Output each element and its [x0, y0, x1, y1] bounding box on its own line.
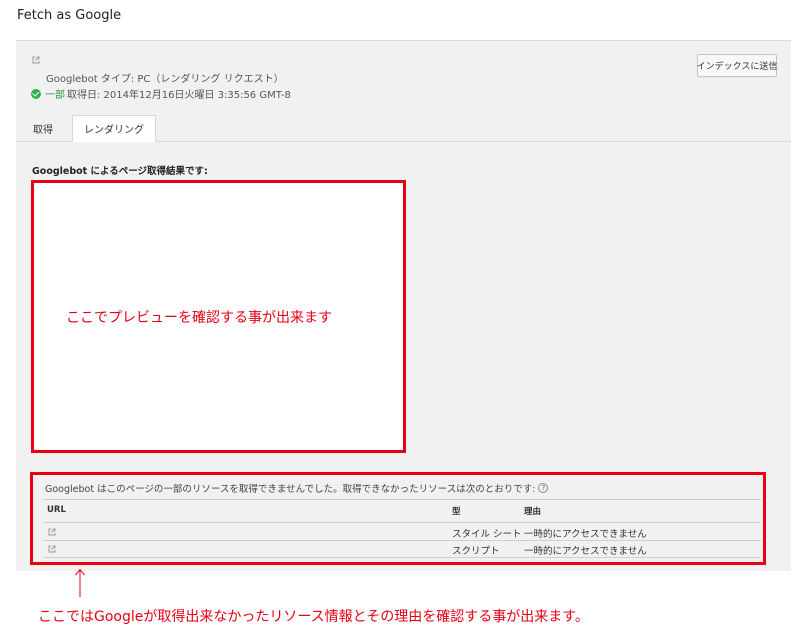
row-reason: 一時的にアクセスできません — [524, 546, 647, 557]
table-divider — [43, 499, 761, 500]
table-divider — [43, 522, 761, 523]
table-row-divider — [43, 557, 761, 558]
row-reason: 一時的にアクセスできません — [524, 529, 647, 540]
check-circle-icon — [31, 88, 41, 99]
help-icon[interactable]: ? — [538, 483, 549, 493]
blocked-resources-message: Googlebot はこのページの一部のリソースを取得できませんでした。取得でき… — [45, 481, 549, 495]
tab-rendering[interactable]: レンダリング — [72, 115, 156, 142]
external-link-icon[interactable] — [48, 545, 56, 553]
fetch-status: 一部 取得日: 2014年12月16日火曜日 3:35:56 GMT-8 — [31, 86, 291, 101]
googlebot-type: Googlebot タイプ: PC（レンダリング リクエスト） — [46, 74, 284, 85]
arrow-up-icon — [75, 568, 85, 597]
column-type: 型 — [452, 507, 461, 517]
row-type: スクリプト — [452, 546, 500, 557]
tab-fetch[interactable]: 取得 — [25, 116, 61, 141]
page-title: Fetch as Google — [17, 8, 122, 23]
external-link-icon[interactable] — [48, 528, 56, 536]
resources-annotation: ここではGoogleが取得出来なかったリソース情報とその理由を確認する事が出来ま… — [38, 609, 589, 625]
status-partial: 一部 — [45, 90, 65, 101]
row-type: スタイル シート — [452, 529, 522, 540]
column-reason: 理由 — [524, 507, 542, 517]
preview-annotation: ここでプレビューを確認する事が出来ます — [66, 310, 332, 326]
external-link-icon[interactable] — [32, 56, 40, 64]
blocked-resources-text: Googlebot はこのページの一部のリソースを取得できませんでした。取得でき… — [45, 484, 536, 495]
column-url: URL — [47, 505, 66, 515]
fetch-date: 取得日: 2014年12月16日火曜日 3:35:56 GMT-8 — [67, 90, 291, 101]
submit-to-index-button[interactable]: インデックスに送信 — [697, 54, 777, 77]
render-result-label: Googlebot によるページ取得結果です: — [32, 166, 208, 177]
table-row-divider — [43, 540, 761, 541]
